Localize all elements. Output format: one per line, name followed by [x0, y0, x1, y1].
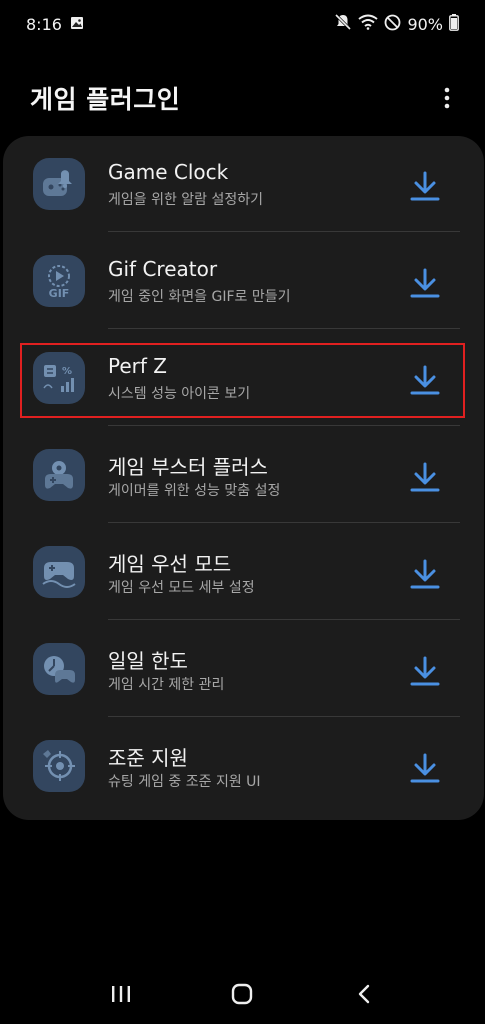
home-button[interactable] [222, 974, 262, 1014]
page-title: 게임 플러그인 [30, 85, 181, 114]
image-icon [70, 15, 84, 34]
download-icon [410, 753, 440, 783]
battery-percent: 90% [407, 14, 443, 34]
divider [108, 328, 460, 329]
battery-icon [449, 13, 459, 35]
download-icon [410, 656, 440, 686]
plugin-item-game-clock[interactable]: Game Clock 게임을 위한 알람 설정하기 [3, 136, 484, 232]
plugin-title: 게임 우선 모드 [108, 552, 232, 576]
game-clock-icon [33, 158, 85, 210]
download-icon [410, 462, 440, 492]
plugin-title: 게임 부스터 플러스 [108, 455, 268, 479]
plugin-item-daily-limit[interactable]: 일일 한도 게임 시간 제한 관리 [3, 621, 484, 717]
plugin-list: Game Clock 게임을 위한 알람 설정하기 GIF Gif Creato… [3, 136, 484, 820]
download-icon [410, 365, 440, 395]
download-icon [410, 268, 440, 298]
more-vertical-icon [444, 87, 450, 109]
plugin-title: 일일 한도 [108, 649, 188, 673]
download-button[interactable] [405, 360, 445, 400]
download-icon [410, 171, 440, 201]
perf-z-icon: % [33, 352, 85, 404]
download-button[interactable] [405, 263, 445, 303]
divider [108, 425, 460, 426]
plugin-subtitle: 게임 시간 제한 관리 [108, 677, 225, 693]
download-button[interactable] [405, 457, 445, 497]
download-button[interactable] [405, 166, 445, 206]
plugin-title: 조준 지원 [108, 746, 188, 770]
plugin-subtitle: 게임을 위한 알람 설정하기 [108, 192, 264, 208]
plugin-title: Gif Creator [108, 257, 218, 281]
aim-support-icon [33, 740, 85, 792]
status-bar: 8:16 90% [0, 0, 485, 48]
gif-icon-text: GIF [49, 287, 70, 300]
recents-icon [111, 986, 130, 1002]
mute-icon [334, 13, 352, 35]
download-button[interactable] [405, 651, 445, 691]
back-button[interactable] [344, 974, 384, 1014]
daily-limit-icon [33, 643, 85, 695]
recents-button[interactable] [101, 974, 141, 1014]
percent-icon-text: % [62, 366, 72, 377]
download-button[interactable] [405, 748, 445, 788]
divider [108, 231, 460, 232]
home-icon [232, 983, 253, 1005]
plugin-item-aim-support[interactable]: 조준 지원 슈팅 게임 중 조준 지원 UI [3, 718, 484, 814]
wifi-icon [358, 14, 379, 34]
game-booster-icon [33, 449, 85, 501]
divider [108, 716, 460, 717]
plugin-subtitle: 게임 우선 모드 세부 설정 [108, 580, 255, 596]
status-time: 8:16 [26, 14, 62, 34]
divider [108, 522, 460, 523]
game-priority-icon [33, 546, 85, 598]
plugin-subtitle: 슈팅 게임 중 조준 지원 UI [108, 774, 261, 790]
plugin-title: Game Clock [108, 160, 229, 184]
download-icon [410, 559, 440, 589]
more-options-button[interactable] [435, 82, 459, 114]
plugin-title: Perf Z [108, 354, 167, 378]
plugin-item-game-booster[interactable]: 게임 부스터 플러스 게이머를 위한 성능 맞춤 설정 [3, 427, 484, 523]
plugin-item-perf-z[interactable]: % Perf Z 시스템 성능 아이콘 보기 [3, 330, 484, 426]
download-button[interactable] [405, 554, 445, 594]
do-not-disturb-icon [384, 14, 401, 35]
plugin-item-gif-creator[interactable]: GIF Gif Creator 게임 중인 화면을 GIF로 만들기 [3, 233, 484, 329]
plugin-subtitle: 게임 중인 화면을 GIF로 만들기 [108, 289, 291, 305]
back-icon [358, 984, 370, 1004]
app-header: 게임 플러그인 [0, 76, 485, 120]
gif-creator-icon: GIF [33, 255, 85, 307]
navigation-bar [0, 964, 485, 1024]
plugin-subtitle: 시스템 성능 아이콘 보기 [108, 386, 251, 402]
plugin-item-game-priority[interactable]: 게임 우선 모드 게임 우선 모드 세부 설정 [3, 524, 484, 620]
divider [108, 619, 460, 620]
plugin-subtitle: 게이머를 위한 성능 맞춤 설정 [108, 483, 281, 499]
